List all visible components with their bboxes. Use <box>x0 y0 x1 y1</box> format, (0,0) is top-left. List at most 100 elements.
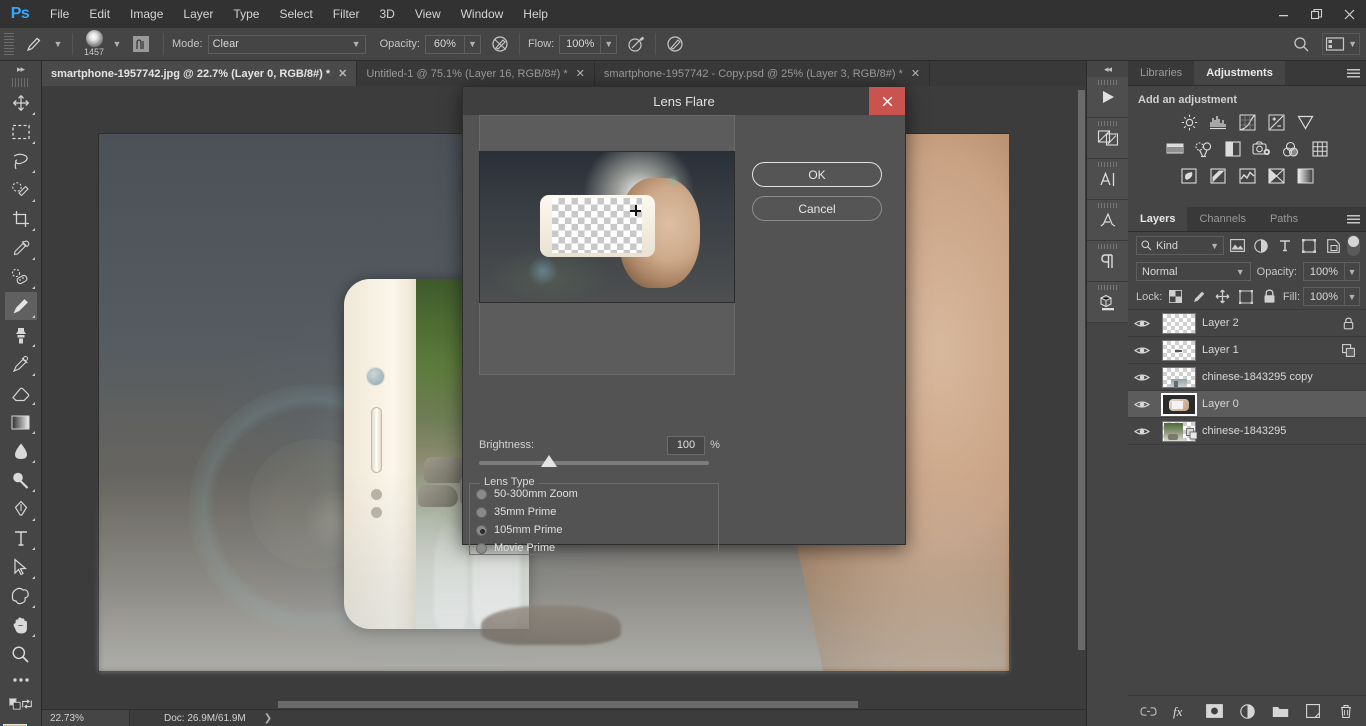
menu-help[interactable]: Help <box>513 0 558 28</box>
default-colors-icon[interactable] <box>8 697 21 711</box>
horizontal-type-tool[interactable] <box>5 524 37 552</box>
selective-color-icon[interactable] <box>1266 166 1286 186</box>
document-tab-0[interactable]: smartphone-1957742.jpg @ 22.7% (Layer 0,… <box>42 61 358 86</box>
flare-center-crosshair-icon[interactable] <box>630 205 641 216</box>
tab-adjustments[interactable]: Adjustments <box>1194 61 1285 85</box>
path-selection-tool[interactable] <box>5 553 37 581</box>
clone-stamp-tool[interactable] <box>5 321 37 349</box>
color-balance-icon[interactable] <box>1194 139 1214 159</box>
history-brush-tool[interactable] <box>5 350 37 378</box>
blur-tool[interactable] <box>5 437 37 465</box>
minimize-button[interactable] <box>1267 0 1300 28</box>
lock-all-icon[interactable] <box>1259 287 1280 307</box>
scrollbar-thumb[interactable] <box>1078 90 1085 650</box>
layer-name[interactable]: chinese-1843295 <box>1202 425 1338 437</box>
menu-type[interactable]: Type <box>223 0 269 28</box>
pen-tool[interactable] <box>5 495 37 523</box>
vibrance-icon[interactable] <box>1295 112 1315 132</box>
tab-channels[interactable]: Channels <box>1187 207 1258 231</box>
opacity-stepper-chevron-icon[interactable]: ▼ <box>464 34 481 54</box>
layer-thumbnail-cell[interactable] <box>1156 366 1202 388</box>
lock-position-icon[interactable] <box>1212 287 1233 307</box>
layer-row-3[interactable]: Layer 0 <box>1128 391 1366 418</box>
tab-paths[interactable]: Paths <box>1257 207 1311 231</box>
quick-selection-tool[interactable] <box>5 176 37 204</box>
layer-thumbnail-cell[interactable] <box>1156 312 1202 334</box>
glyphs-panel-icon[interactable] <box>1087 200 1129 241</box>
layer-comps-panel-icon[interactable] <box>1087 118 1129 159</box>
layer-thumbnail-cell[interactable] <box>1156 420 1202 442</box>
filter-pixel-icon[interactable] <box>1226 236 1248 256</box>
dodge-tool[interactable] <box>5 466 37 494</box>
filter-toggle-switch[interactable] <box>1347 235 1360 256</box>
new-layer-icon[interactable] <box>1303 701 1323 721</box>
toolbar-grip[interactable] <box>12 78 29 87</box>
filter-smart-object-icon[interactable] <box>1322 236 1344 256</box>
tab-layers[interactable]: Layers <box>1128 207 1188 231</box>
delete-layer-icon[interactable] <box>1336 701 1356 721</box>
curves-icon[interactable] <box>1237 112 1257 132</box>
timeline-panel-icon[interactable] <box>1087 77 1129 118</box>
layer-opacity-stepper-icon[interactable]: ▼ <box>1345 262 1360 281</box>
layer-thumbnail-cell[interactable] <box>1156 339 1202 361</box>
layer-row-4[interactable]: chinese-1843295 <box>1128 418 1366 445</box>
panel-menu-icon[interactable] <box>1340 207 1366 231</box>
cancel-button[interactable]: Cancel <box>752 196 882 221</box>
menu-view[interactable]: View <box>405 0 451 28</box>
lasso-tool[interactable] <box>5 147 37 175</box>
document-tab-2[interactable]: smartphone-1957742 - Copy.psd @ 25% (Lay… <box>594 61 931 86</box>
lock-transparent-pixels-icon[interactable] <box>1165 287 1186 307</box>
menu-select[interactable]: Select <box>269 0 322 28</box>
tab-libraries[interactable]: Libraries <box>1128 61 1195 85</box>
lock-artboard-icon[interactable] <box>1236 287 1257 307</box>
lens-type-option-0[interactable]: 50-300mm Zoom <box>470 486 718 502</box>
pressure-opacity-toggle-icon[interactable] <box>487 31 513 57</box>
options-bar-grip[interactable] <box>4 33 14 55</box>
threshold-icon[interactable] <box>1237 166 1257 186</box>
dialog-close-button[interactable] <box>869 87 905 115</box>
close-icon[interactable]: ✕ <box>911 67 920 80</box>
menu-filter[interactable]: Filter <box>323 0 370 28</box>
levels-icon[interactable] <box>1208 112 1228 132</box>
menu-image[interactable]: Image <box>120 0 173 28</box>
new-group-icon[interactable] <box>1270 701 1290 721</box>
chevron-right-icon[interactable]: ❯ <box>264 713 272 724</box>
link-layers-icon[interactable] <box>1138 701 1158 721</box>
blend-mode-select[interactable]: Clear ▼ <box>207 34 366 54</box>
close-icon[interactable]: ✕ <box>576 67 585 80</box>
brightness-slider-handle[interactable] <box>541 455 557 467</box>
channel-mixer-icon[interactable] <box>1281 139 1301 159</box>
layer-name[interactable]: Layer 2 <box>1202 317 1338 329</box>
pressure-size-toggle-icon[interactable] <box>662 31 688 57</box>
eraser-tool[interactable] <box>5 379 37 407</box>
ok-button[interactable]: OK <box>752 162 882 187</box>
add-layer-mask-icon[interactable] <box>1204 701 1224 721</box>
layer-filter-kind-select[interactable]: Kind ▼ <box>1136 236 1224 255</box>
layer-visibility-toggle[interactable] <box>1128 318 1156 329</box>
search-icon[interactable] <box>1288 31 1314 57</box>
edit-toolbar-button[interactable] <box>5 669 37 691</box>
menu-edit[interactable]: Edit <box>79 0 120 28</box>
lens-type-option-1[interactable]: 35mm Prime <box>470 504 718 520</box>
gradient-map-icon[interactable] <box>1295 166 1315 186</box>
workspace-switcher[interactable]: ▼ <box>1322 33 1360 55</box>
paragraph-panel-icon[interactable] <box>1087 241 1129 282</box>
brush-picker-chevron-icon[interactable]: ▼ <box>109 31 125 57</box>
brush-size-preview[interactable]: 1457 <box>79 29 109 60</box>
layer-name[interactable]: Layer 1 <box>1202 344 1338 356</box>
layer-row-0[interactable]: Layer 2 <box>1128 310 1366 337</box>
photo-filter-icon[interactable] <box>1252 139 1272 159</box>
current-tool-brush-icon[interactable] <box>18 31 50 57</box>
new-adjustment-layer-icon[interactable] <box>1237 701 1257 721</box>
move-tool[interactable] <box>5 89 37 117</box>
layer-style-fx-icon[interactable]: fx <box>1171 701 1191 721</box>
brightness-contrast-icon[interactable] <box>1179 112 1199 132</box>
black-white-icon[interactable] <box>1223 139 1243 159</box>
restore-button[interactable] <box>1300 0 1333 28</box>
custom-shape-tool[interactable] <box>5 582 37 610</box>
menu-layer[interactable]: Layer <box>173 0 223 28</box>
zoom-level-field[interactable]: 22.73% <box>42 709 130 726</box>
filter-shape-icon[interactable] <box>1298 236 1320 256</box>
spot-healing-brush-tool[interactable] <box>5 263 37 291</box>
flow-value[interactable]: 100% <box>559 34 602 54</box>
